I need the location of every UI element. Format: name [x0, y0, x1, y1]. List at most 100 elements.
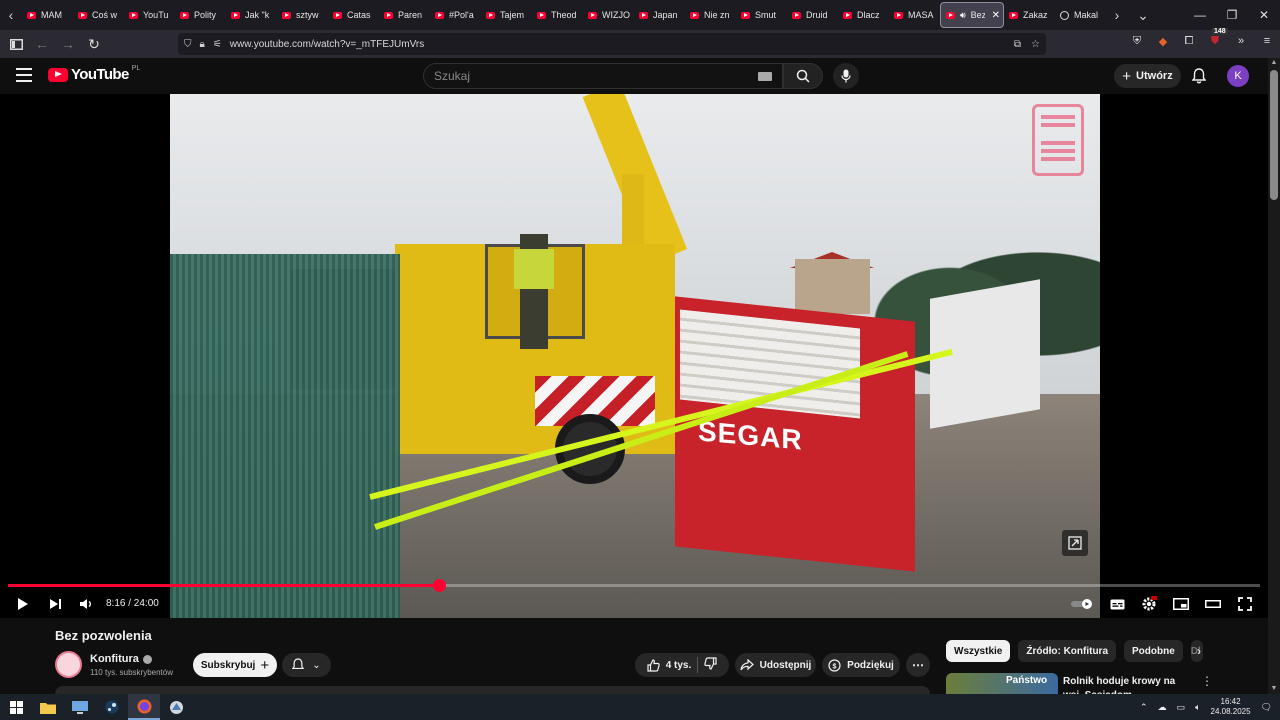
channel-name-link[interactable]: Konfitura [90, 653, 152, 665]
url-text[interactable]: www.youtube.com/watch?v=_mTFEJUmVrs [230, 39, 424, 50]
scroll-up-icon[interactable]: ▲ [1270, 59, 1278, 67]
permissions-icon[interactable]: ⚟ [213, 39, 222, 50]
channel-watermark-icon[interactable] [1032, 104, 1084, 176]
restore-icon[interactable]: ❐ [1216, 0, 1248, 30]
mute-button[interactable] [77, 590, 95, 618]
browser-tab[interactable]: Catas [328, 2, 379, 28]
tabs-scroll-right-icon[interactable]: › [1106, 0, 1128, 30]
dislike-button[interactable] [704, 657, 717, 673]
autoplay-toggle[interactable] [1070, 590, 1094, 618]
browser-tab[interactable]: Dlacz [838, 2, 889, 28]
like-button[interactable]: 4 tys. [647, 658, 691, 672]
bookmark-star-icon[interactable]: ☆ [1031, 39, 1040, 50]
account-avatar[interactable]: K [1227, 65, 1249, 87]
notifications-button[interactable] [1190, 67, 1208, 85]
browser-tab[interactable]: Coś w [73, 2, 124, 28]
channel-avatar[interactable] [55, 651, 82, 678]
expand-video-icon[interactable] [1062, 530, 1088, 556]
app-taskbar-icon[interactable] [160, 694, 192, 720]
chips-next-chevron-icon[interactable]: › [1190, 642, 1208, 660]
browser-tab[interactable]: Japan [634, 2, 685, 28]
tabs-scroll-left-icon[interactable]: ‹ [0, 0, 22, 30]
browser-tab[interactable]: #Pol'a [430, 2, 481, 28]
notification-preferences-button[interactable]: ⌄ [282, 653, 331, 677]
voice-search-button[interactable] [833, 63, 859, 89]
ublock-extension-icon[interactable]: ⛊ 148 [1208, 28, 1228, 48]
speaker-icon[interactable]: 🔈︎ [1195, 702, 1200, 713]
theater-mode-button[interactable] [1204, 590, 1222, 618]
picture-in-picture-icon[interactable]: ⧉ [1014, 39, 1021, 50]
search-button[interactable] [783, 63, 823, 89]
extensions-puzzle-icon[interactable]: ⧠ [1182, 34, 1196, 48]
browser-tab[interactable]: MASA [889, 2, 940, 28]
browser-tab[interactable]: Nie zn [685, 2, 736, 28]
progress-bar[interactable] [8, 579, 1260, 592]
sidebar-toggle-icon[interactable] [4, 32, 28, 56]
tray-chevron-up-icon[interactable]: ⌃ [1140, 702, 1148, 713]
browser-tab-active[interactable]: 🔊︎ Bez ✕ [940, 2, 1004, 28]
close-window-icon[interactable]: ✕ [1248, 0, 1280, 30]
browser-tab[interactable]: sztyw [277, 2, 328, 28]
guide-menu-icon[interactable] [16, 68, 32, 82]
windows-start-icon[interactable] [0, 694, 32, 720]
miniplayer-button[interactable] [1172, 590, 1190, 618]
browser-tab[interactable]: Druid [787, 2, 838, 28]
notifications-center-icon[interactable]: 🗨︎ [1261, 702, 1272, 713]
browser-tab[interactable]: MAM [22, 2, 73, 28]
subtitles-button[interactable] [1108, 590, 1126, 618]
lock-icon[interactable]: 🔒︎ [200, 39, 205, 50]
filter-chip[interactable]: Podobne [1124, 640, 1183, 662]
file-explorer-icon[interactable] [32, 694, 64, 720]
onedrive-icon[interactable]: ☁ [1158, 702, 1167, 713]
filter-chip[interactable]: Źródło: Konfitura [1018, 640, 1117, 662]
recommended-title[interactable]: Rolnik hoduje krowy na wsi. Sąsiadom prz… [1063, 675, 1193, 694]
settings-button[interactable] [1140, 590, 1158, 618]
tab-close-icon[interactable]: ✕ [992, 10, 1000, 21]
thanks-button[interactable]: $ Podziękuj [822, 653, 900, 677]
subscribe-button[interactable]: Subskrybuj + [193, 653, 277, 677]
tracking-shield-icon[interactable]: ⛉ [184, 39, 192, 50]
share-button[interactable]: Udostępnij [735, 653, 816, 677]
overflow-chevron-icon[interactable]: » [1234, 34, 1248, 48]
youtube-logo[interactable]: YouTube PL [48, 65, 140, 83]
network-icon[interactable]: ▭ [1177, 702, 1186, 713]
page-scrollbar[interactable]: ▲ ▼ [1268, 58, 1280, 694]
tab-audio-icon[interactable]: 🔊︎ [960, 10, 966, 21]
firefox-taskbar-icon[interactable] [128, 694, 160, 720]
browser-tab[interactable]: YouTu [124, 2, 175, 28]
tab-list-menu-icon[interactable]: ⌄ [1132, 0, 1154, 30]
browser-tab[interactable]: Tajem [481, 2, 532, 28]
scrollbar-thumb[interactable] [1270, 70, 1278, 200]
vpn-extension-icon[interactable]: ⛨ [1130, 34, 1144, 48]
remote-desktop-icon[interactable] [64, 694, 96, 720]
browser-tab[interactable]: Jak "k [226, 2, 277, 28]
forward-icon[interactable]: → [56, 32, 80, 56]
fullscreen-button[interactable] [1236, 590, 1254, 618]
browser-tab[interactable]: Paren [379, 2, 430, 28]
reload-icon[interactable]: ↻ [82, 32, 106, 56]
recommended-more-icon[interactable]: ⋮ [1200, 673, 1214, 689]
recommended-thumbnail[interactable]: Państwo [946, 673, 1058, 694]
create-button[interactable]: + Utwórz [1114, 64, 1181, 88]
url-bar[interactable]: ⛉ 🔒︎ ⚟ www.youtube.com/watch?v=_mTFEJUmV… [178, 33, 1046, 55]
browser-tab[interactable]: Smut [736, 2, 787, 28]
scroll-down-icon[interactable]: ▼ [1270, 685, 1278, 693]
browser-tab[interactable]: WIZJO [583, 2, 634, 28]
video-player[interactable]: SEGAR 8:16 / 24:00 [0, 94, 1268, 618]
browser-tab[interactable]: Zakaz [1004, 2, 1055, 28]
steam-icon[interactable] [96, 694, 128, 720]
next-button[interactable] [46, 590, 64, 618]
minimize-icon[interactable]: — [1184, 0, 1216, 30]
browser-tab[interactable]: Theod [532, 2, 583, 28]
search-input[interactable]: Szukaj [423, 63, 783, 89]
taskbar-clock[interactable]: 16:42 24.08.2025 [1211, 697, 1251, 717]
more-actions-button[interactable]: ⋯ [906, 653, 930, 677]
browser-tab[interactable]: Polity [175, 2, 226, 28]
play-button[interactable] [14, 590, 32, 618]
video-frame[interactable]: SEGAR [170, 94, 1100, 618]
description-box[interactable] [55, 686, 930, 694]
keyboard-icon[interactable] [758, 72, 772, 81]
fox-extension-icon[interactable]: ◆ [1156, 34, 1170, 48]
filter-chip[interactable]: Wszystkie [946, 640, 1011, 662]
browser-tab[interactable]: Makal [1055, 2, 1106, 28]
